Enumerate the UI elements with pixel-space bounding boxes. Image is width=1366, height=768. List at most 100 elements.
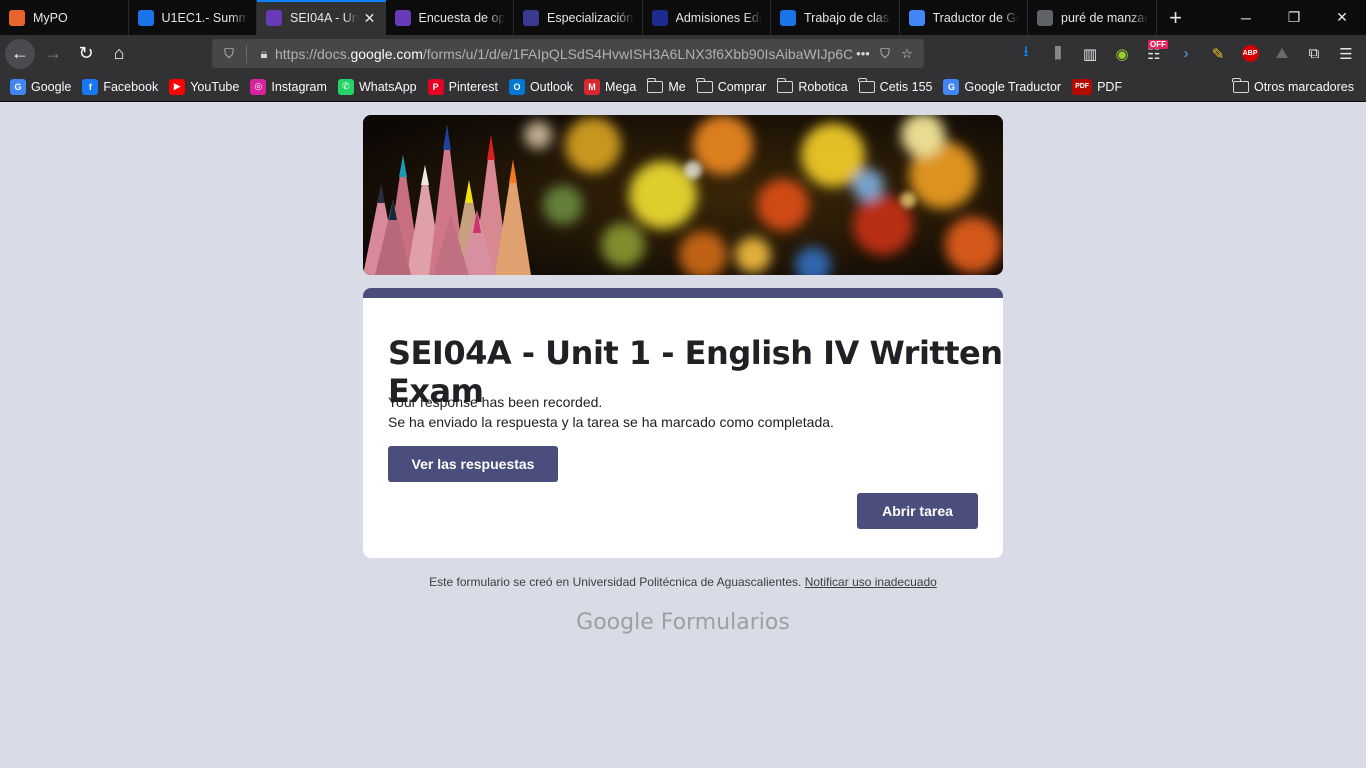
tab-7[interactable]: Traductor de Go <box>900 0 1028 35</box>
bookmark-9[interactable]: Comprar <box>696 77 767 94</box>
bookmark-label: Otros marcadores <box>1253 80 1354 94</box>
tab-title: MyPO <box>33 10 68 25</box>
lock-icon[interactable]: 🔒︎ <box>253 44 275 64</box>
url-text[interactable]: https://docs.google.com/forms/u/1/d/e/1F… <box>275 46 852 62</box>
page-actions-icon[interactable]: ••• <box>852 44 874 64</box>
extension-highlighter-icon[interactable]: ✎ <box>1202 39 1234 69</box>
extension-off-icon[interactable]: ☷ OFF <box>1138 39 1170 69</box>
bookmark-6[interactable]: O Outlook <box>508 78 574 95</box>
tab-5[interactable]: Admisiones Edu <box>643 0 771 35</box>
extension-arrow-icon[interactable]: › <box>1170 39 1202 69</box>
bookmark-5[interactable]: P Pinterest <box>427 78 498 95</box>
bookmark-favicon-icon: P <box>427 78 444 95</box>
tab-8[interactable]: puré de manzan <box>1028 0 1157 35</box>
bookmark-label: Cetis 155 <box>879 79 933 94</box>
bookmark-label: Facebook <box>103 79 159 94</box>
back-button[interactable]: ← <box>5 38 35 69</box>
confirmation-message: Your response has been recorded. Se ha e… <box>388 392 834 432</box>
translate-icon <box>908 9 925 26</box>
window-controls: ─ ❐ ✕ <box>1222 0 1366 35</box>
minimize-button[interactable]: ─ <box>1222 0 1270 35</box>
bookmark-label: Comprar <box>717 79 767 94</box>
tab-title: puré de manzan <box>1061 10 1148 25</box>
bookmark-favicon-icon: M <box>584 78 601 95</box>
bookmark-12[interactable]: G Google Traductor <box>943 78 1061 95</box>
bookmark-11[interactable]: Cetis 155 <box>858 77 933 94</box>
tab-strip: MyPO U1EC1.- Summa SEI04A - Unit ✕ Encuesta … <box>0 0 1366 35</box>
forward-button[interactable]: → <box>38 39 68 69</box>
page-icon <box>1037 9 1053 26</box>
extension-eye-icon[interactable]: ◉ <box>1106 39 1138 69</box>
bookmark-favicon-icon: PDF <box>1072 78 1093 95</box>
tab-title: Traductor de Go <box>932 10 1020 25</box>
forms-icon <box>266 9 282 26</box>
navigation-toolbar: ← → ↻ ⌂ ⛉ 🔒︎ https://docs.google.com/for… <box>0 35 1366 72</box>
pocket-icon[interactable]: ⛉ <box>874 44 896 64</box>
tab-6[interactable]: Trabajo de clase <box>771 0 900 35</box>
bookmark-1[interactable]: f Facebook <box>82 78 159 95</box>
url-separator <box>246 44 247 63</box>
bookmark-13[interactable]: PDF PDF <box>1072 78 1123 95</box>
tab-1[interactable]: U1EC1.- Summa <box>129 0 257 35</box>
forms-icon <box>394 9 411 26</box>
extensions-icon[interactable]: ⧉ <box>1298 39 1330 69</box>
bookmark-label: WhatsApp <box>358 79 417 94</box>
bookmark-favicon-icon: ▶ <box>169 78 186 95</box>
bookmark-7[interactable]: M Mega <box>584 78 637 95</box>
bookmark-favicon-icon: ◎ <box>250 78 267 95</box>
bookmark-label: Mega <box>605 79 637 94</box>
url-bar[interactable]: ⛉ 🔒︎ https://docs.google.com/forms/u/1/d… <box>212 39 924 68</box>
bookmark-label: PDF <box>1097 79 1123 94</box>
bookmark-label: Google <box>31 79 72 94</box>
close-window-button[interactable]: ✕ <box>1318 0 1366 35</box>
tab-title: Trabajo de clase <box>804 10 891 25</box>
bookmark-label: Me <box>668 79 686 94</box>
menu-icon[interactable]: ☰ <box>1330 39 1362 69</box>
google-forms-logo[interactable]: Google Formularios <box>0 610 1366 635</box>
footer-created-text: Este formulario se creó en Universidad P… <box>429 575 802 589</box>
view-responses-button[interactable]: Ver las respuestas <box>388 446 558 482</box>
sidebar-icon[interactable]: ▥ <box>1074 39 1106 69</box>
close-tab-icon[interactable]: ✕ <box>362 10 378 26</box>
bookmark-label: Outlook <box>529 79 574 94</box>
bookmark-star-icon[interactable]: ☆ <box>896 44 918 64</box>
library-icon[interactable]: ⫼ <box>1042 39 1074 69</box>
bookmark-10[interactable]: Robotica <box>776 77 848 94</box>
tab-2[interactable]: SEI04A - Unit ✕ <box>257 0 386 35</box>
tab-title: Especialización <box>547 10 634 25</box>
classroom-icon <box>780 9 796 26</box>
reload-button[interactable]: ↻ <box>71 39 101 69</box>
report-abuse-link[interactable]: Notificar uso inadecuado <box>805 575 937 589</box>
tab-4[interactable]: Especialización <box>514 0 643 35</box>
folder-icon <box>858 77 875 93</box>
bookmark-8[interactable]: Me <box>646 77 686 94</box>
adblock-icon[interactable]: ABP <box>1234 39 1266 69</box>
brand-product: Formularios <box>660 610 790 635</box>
bookmark-3[interactable]: ◎ Instagram <box>250 78 327 95</box>
bookmark-4[interactable]: ✆ WhatsApp <box>337 78 417 95</box>
extension-mountain-icon[interactable]: ⛰ <box>1266 39 1298 69</box>
tab-0[interactable]: MyPO <box>0 0 129 35</box>
form-header-image <box>363 115 1003 275</box>
open-task-button[interactable]: Abrir tarea <box>857 493 978 529</box>
globe-icon <box>523 9 539 26</box>
home-button[interactable]: ⌂ <box>104 39 134 69</box>
folder-icon <box>646 77 664 93</box>
bookmark-label: YouTube <box>190 79 240 94</box>
bookmark-favicon-icon: f <box>82 78 99 95</box>
new-tab-button[interactable]: + <box>1159 0 1193 35</box>
icon-mypo <box>9 9 25 26</box>
bookmark-2[interactable]: ▶ YouTube <box>169 78 240 95</box>
bookmark-0[interactable]: G Google <box>10 78 72 95</box>
tracking-protection-icon[interactable]: ⛉ <box>218 44 240 64</box>
footer-note: Este formulario se creó en Universidad P… <box>0 575 1366 589</box>
confirmation-card: SEI04A - Unit 1 - English IV Written Exa… <box>363 288 1003 558</box>
bookmark-favicon-icon: G <box>10 78 26 95</box>
download-icon[interactable]: ⭳ <box>1010 39 1042 69</box>
bookmarks-toolbar: G Google f Facebook ▶ YouTube ◎ Instagram ✆ Whats… <box>0 72 1366 102</box>
folder-icon <box>1232 78 1249 93</box>
tab-3[interactable]: Encuesta de opi <box>386 0 514 35</box>
bookmark-other[interactable]: Otros marcadores <box>1232 78 1354 94</box>
restore-button[interactable]: ❐ <box>1270 0 1318 35</box>
folder-icon <box>696 77 713 93</box>
